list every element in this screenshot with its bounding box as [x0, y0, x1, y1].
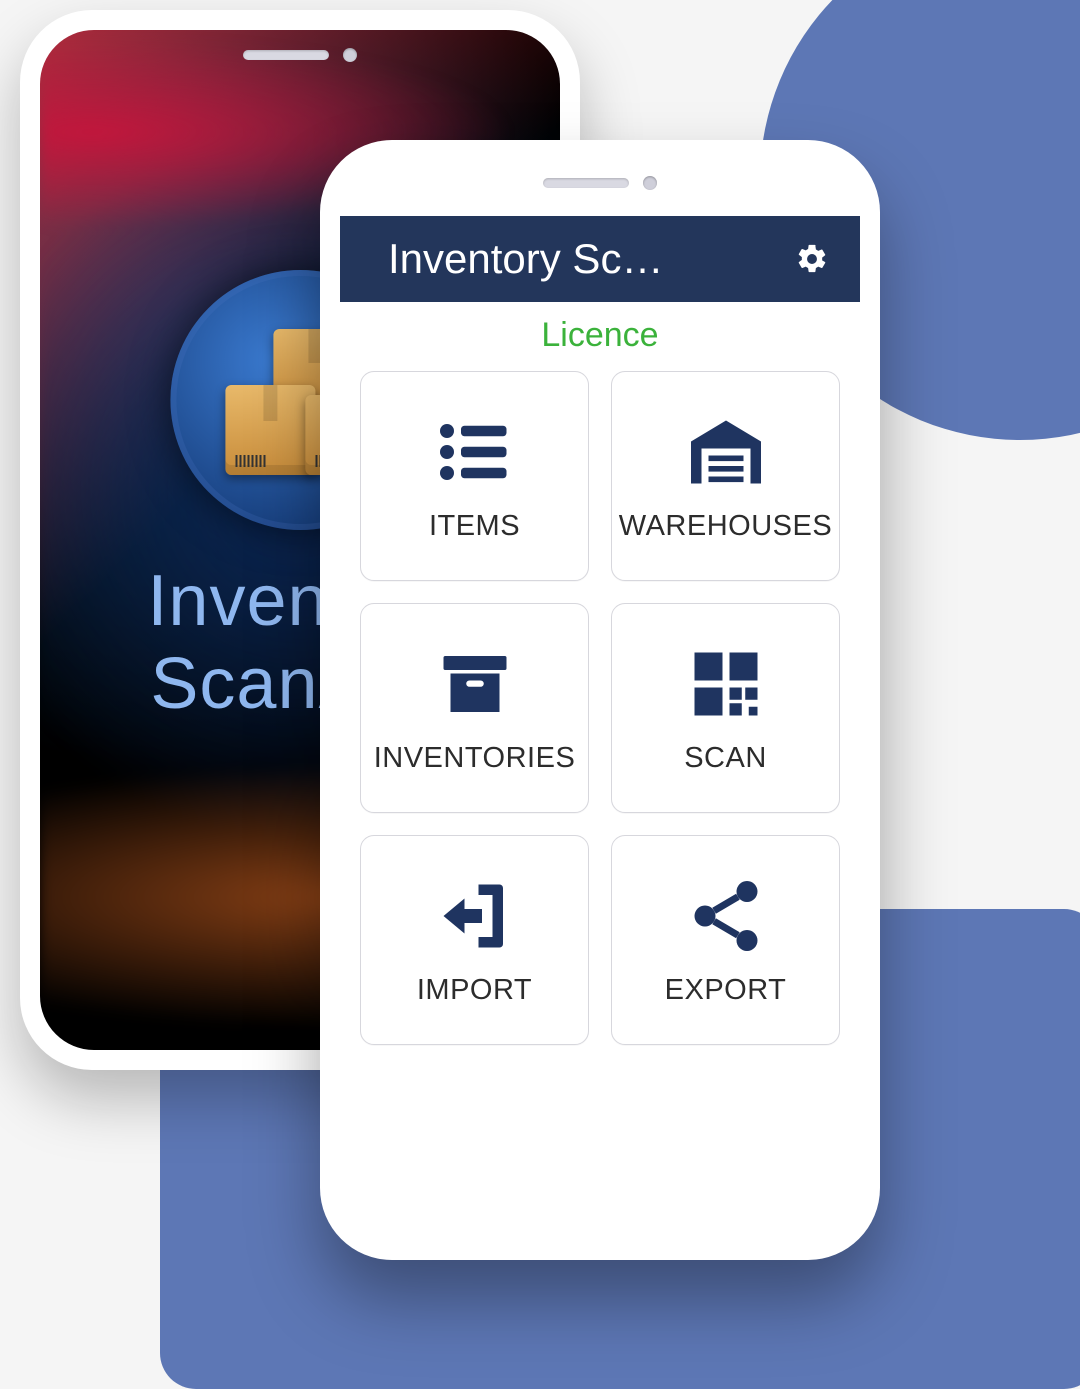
speaker-slot — [243, 50, 329, 60]
tile-scan[interactable]: SCAN — [611, 603, 840, 813]
settings-button[interactable] — [792, 239, 832, 279]
app-screen: Inventory Sc… Licence ITEMS — [340, 160, 860, 1240]
tile-label: ITEMS — [429, 510, 520, 543]
tile-items[interactable]: ITEMS — [360, 371, 589, 581]
app-title: Inventory Sc… — [388, 235, 663, 283]
tile-label: INVENTORIES — [374, 742, 576, 775]
tile-label: WAREHOUSES — [619, 510, 832, 543]
share-icon — [684, 874, 768, 958]
list-icon — [433, 410, 517, 494]
tile-label: IMPORT — [417, 974, 532, 1007]
tile-import[interactable]: IMPORT — [360, 835, 589, 1045]
tile-export[interactable]: EXPORT — [611, 835, 840, 1045]
app-header: Inventory Sc… — [340, 216, 860, 302]
licence-link[interactable]: Licence — [340, 302, 860, 361]
warehouse-icon — [684, 410, 768, 494]
tile-warehouses[interactable]: WAREHOUSES — [611, 371, 840, 581]
camera-dot — [643, 176, 657, 190]
archive-box-icon — [433, 642, 517, 726]
qr-icon — [684, 642, 768, 726]
licence-label: Licence — [541, 316, 658, 354]
import-icon — [433, 874, 517, 958]
phone-notch — [40, 48, 560, 62]
main-menu-grid: ITEMS WAREHOUSES INVENTORIES — [340, 361, 860, 1240]
gear-icon — [795, 242, 829, 276]
speaker-slot — [543, 178, 629, 188]
camera-dot — [343, 48, 357, 62]
tile-label: SCAN — [684, 742, 767, 775]
phone-mockup-app: Inventory Sc… Licence ITEMS — [320, 140, 880, 1260]
tile-label: EXPORT — [665, 974, 787, 1007]
phone-notch — [340, 176, 860, 190]
tile-inventories[interactable]: INVENTORIES — [360, 603, 589, 813]
